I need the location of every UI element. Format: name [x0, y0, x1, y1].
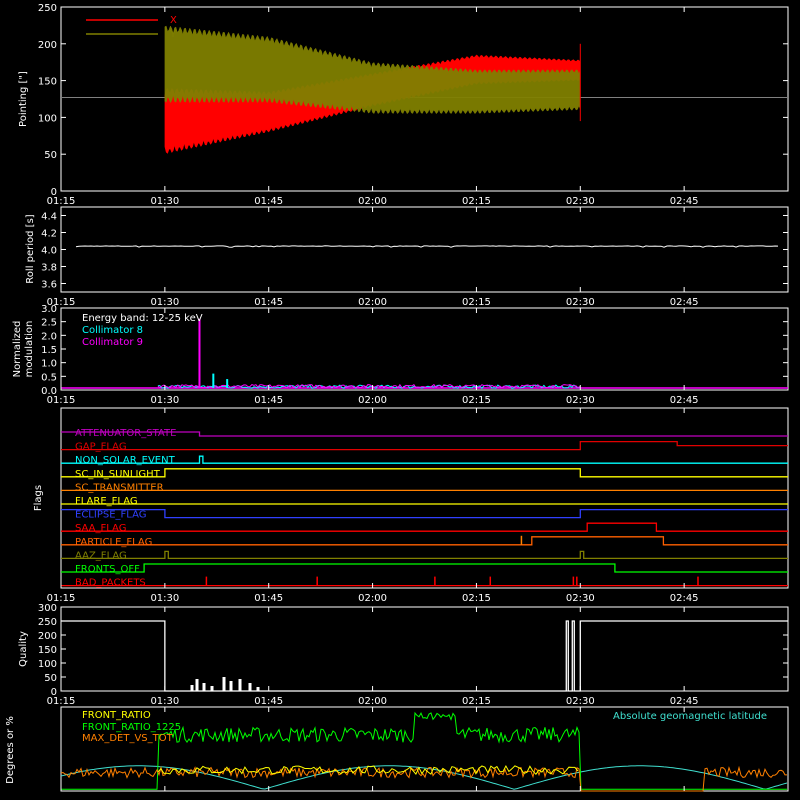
xtick-label: 01:30	[150, 395, 179, 406]
xtick-label: 02:45	[670, 696, 699, 707]
xtick-label: 01:45	[254, 297, 283, 308]
ytick-label: 0.5	[41, 372, 57, 383]
flag-label-saa_flag: SAA_FLAG	[75, 523, 126, 534]
front-ratio-1225-label: FRONT_RATIO_1225	[82, 722, 181, 733]
flag-label-attenuator_state: ATTENUATOR_STATE	[75, 428, 176, 439]
xtick-label: 02:00	[358, 196, 387, 207]
xtick-label: 01:30	[150, 696, 179, 707]
ytick-label: 300	[38, 603, 57, 614]
ytick-label: 3.8	[41, 263, 57, 274]
collimator-9-label: Collimator 9	[82, 337, 143, 348]
ytick-label: 150	[38, 645, 57, 656]
xtick-label: 02:45	[670, 395, 699, 406]
flag-label-non_solar_event: NON_SOLAR_EVENT	[75, 455, 176, 466]
xtick-label: 01:45	[254, 593, 283, 604]
ytick-label: 250	[38, 3, 57, 14]
flag-label-sc_transmitter: SC_TRANSMITTER	[75, 482, 164, 493]
xtick-label: 02:15	[462, 395, 491, 406]
front-ratio-label: FRONT_RATIO	[82, 710, 151, 721]
ytick-label: 100	[38, 113, 57, 124]
xtick-label: 02:15	[462, 196, 491, 207]
xtick-label: 02:15	[462, 297, 491, 308]
xtick-label: 02:00	[358, 593, 387, 604]
ytick-label: 4.2	[41, 229, 57, 240]
ytick-label: 50	[44, 150, 57, 161]
xtick-label: 02:45	[670, 593, 699, 604]
flag-label-fronts_off: FRONTS_OFF	[75, 564, 140, 575]
xtick-label: 02:45	[670, 297, 699, 308]
ytick-label: 200	[38, 631, 57, 642]
geomagnetic-latitude-label: Absolute geomagnetic latitude	[613, 711, 767, 722]
modulation-ylabel-line2: modulation	[24, 321, 35, 378]
ytick-label: 3.0	[41, 304, 57, 315]
xtick-label: 02:30	[566, 395, 595, 406]
ytick-label: 1.5	[41, 345, 57, 356]
flag-label-gap_flag: GAP_FLAG	[75, 442, 127, 453]
ytick-label: 100	[38, 659, 57, 670]
flag-label-eclipse_flag: ECLIPSE_FLAG	[75, 510, 146, 521]
xtick-label: 02:00	[358, 696, 387, 707]
collimator-8-label: Collimator 8	[82, 325, 143, 336]
ytick-label: 50	[44, 673, 57, 684]
ytick-label: 2.0	[41, 331, 57, 342]
xtick-label: 01:45	[254, 696, 283, 707]
xtick-label: 02:15	[462, 593, 491, 604]
xtick-label: 02:30	[566, 696, 595, 707]
xtick-label: 02:15	[462, 696, 491, 707]
ytick-label: 250	[38, 617, 57, 628]
xtick-label: 02:45	[670, 196, 699, 207]
xtick-label: 01:15	[47, 395, 76, 406]
quicklook-figure: X Y Pointing ["] 05010015020025001:15 01:…	[0, 0, 800, 800]
xtick-label: 02:00	[358, 297, 387, 308]
xtick-label: 01:15	[47, 196, 76, 207]
xtick-label: 01:45	[254, 196, 283, 207]
energy-band-label: Energy band: 12-25 keV	[82, 313, 203, 324]
xtick-label: 02:30	[566, 297, 595, 308]
xtick-label: 01:30	[150, 196, 179, 207]
xtick-label: 02:00	[358, 395, 387, 406]
ytick-label: 3.6	[41, 280, 57, 291]
quality-ylabel: Quality	[18, 631, 29, 667]
pointing-ylabel: Pointing ["]	[18, 71, 29, 127]
xtick-label: 01:30	[150, 593, 179, 604]
flag-label-particle_flag: PARTICLE_FLAG	[75, 537, 152, 548]
flags-ylabel: Flags	[33, 485, 44, 511]
legend-y-label: Y	[169, 29, 177, 40]
ytick-label: 200	[38, 40, 57, 51]
roll-ylabel: Roll period [s]	[25, 214, 36, 283]
modulation-ylabel-line1: Normalized	[12, 321, 23, 378]
ytick-label: 2.5	[41, 318, 57, 329]
ytick-label: 4.0	[41, 246, 57, 257]
xtick-label: 01:15	[47, 696, 76, 707]
ytick-label: 4.4	[41, 212, 57, 223]
flag-label-sc_in_sunlight: SC_IN_SUNLIGHT	[75, 469, 161, 480]
ytick-label: 150	[38, 77, 57, 88]
flag-label-bad_packets: BAD_PACKETS	[75, 578, 146, 589]
max-det-vs-tot-label: MAX_DET_VS_TOT	[82, 733, 174, 744]
xtick-label: 01:30	[150, 297, 179, 308]
xtick-label: 02:30	[566, 593, 595, 604]
legend-x-label: X	[170, 15, 177, 26]
flag-label-aaz_flag: AAZ_FLAG	[75, 550, 127, 561]
ytick-label: 1.0	[41, 359, 57, 370]
flag-label-flare_flag: FLARE_FLAG	[75, 496, 138, 507]
ratios-ylabel: Degrees or %	[5, 716, 16, 784]
xtick-label: 01:45	[254, 395, 283, 406]
xtick-label: 02:30	[566, 196, 595, 207]
